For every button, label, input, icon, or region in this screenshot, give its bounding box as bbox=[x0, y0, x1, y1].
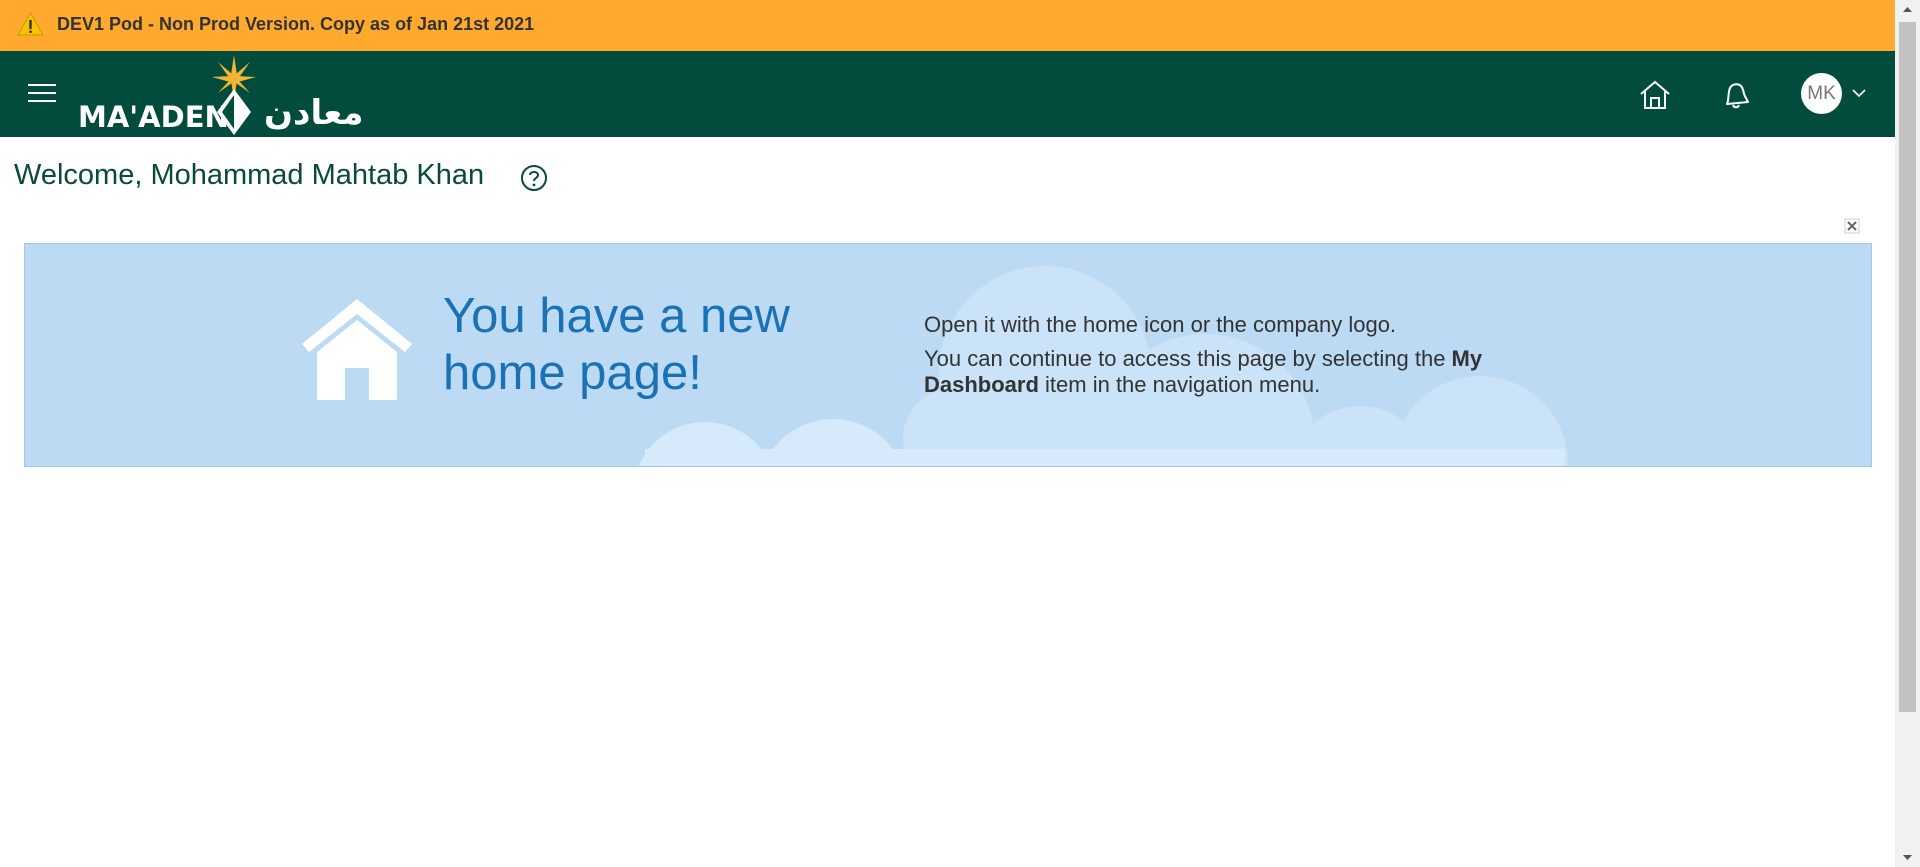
banner-title: You have a new home page! bbox=[443, 289, 790, 400]
banner-line2-suffix: item in the navigation menu. bbox=[1038, 372, 1321, 397]
new-home-page-banner: You have a new home page! Open it with t… bbox=[24, 243, 1872, 467]
help-icon[interactable] bbox=[520, 164, 548, 192]
global-header: MA'ADEN معادن MK bbox=[0, 51, 1895, 137]
vertical-scrollbar[interactable] bbox=[1895, 0, 1920, 867]
hamburger-menu-icon[interactable] bbox=[28, 84, 56, 106]
close-banner-icon[interactable] bbox=[1844, 218, 1860, 234]
banner-line2-prefix: You can continue to access this page by … bbox=[924, 346, 1452, 371]
welcome-heading: Welcome, Mohammad Mahtab Khan bbox=[14, 159, 485, 191]
environment-warning-text: DEV1 Pod - Non Prod Version. Copy as of … bbox=[57, 14, 535, 34]
house-illustration-icon bbox=[302, 299, 412, 400]
logo-text-arabic: معادن bbox=[264, 93, 364, 133]
scrollbar-thumb[interactable] bbox=[1899, 22, 1916, 712]
home-icon[interactable] bbox=[1638, 78, 1672, 112]
scroll-up-arrow-icon[interactable] bbox=[1895, 0, 1920, 20]
logo-star-emblem bbox=[212, 55, 256, 135]
warning-triangle-icon bbox=[17, 12, 44, 36]
chevron-down-icon[interactable] bbox=[1852, 88, 1866, 98]
user-avatar[interactable]: MK bbox=[1801, 73, 1842, 114]
notifications-bell-icon[interactable] bbox=[1718, 78, 1752, 112]
scroll-down-arrow-icon[interactable] bbox=[1895, 847, 1920, 867]
banner-instruction-line1: Open it with the home icon or the compan… bbox=[924, 312, 1397, 337]
company-logo[interactable]: MA'ADEN معادن bbox=[76, 55, 396, 137]
environment-warning-bar: DEV1 Pod - Non Prod Version. Copy as of … bbox=[0, 0, 1895, 51]
banner-instruction-line2: You can continue to access this page by … bbox=[924, 346, 1544, 398]
